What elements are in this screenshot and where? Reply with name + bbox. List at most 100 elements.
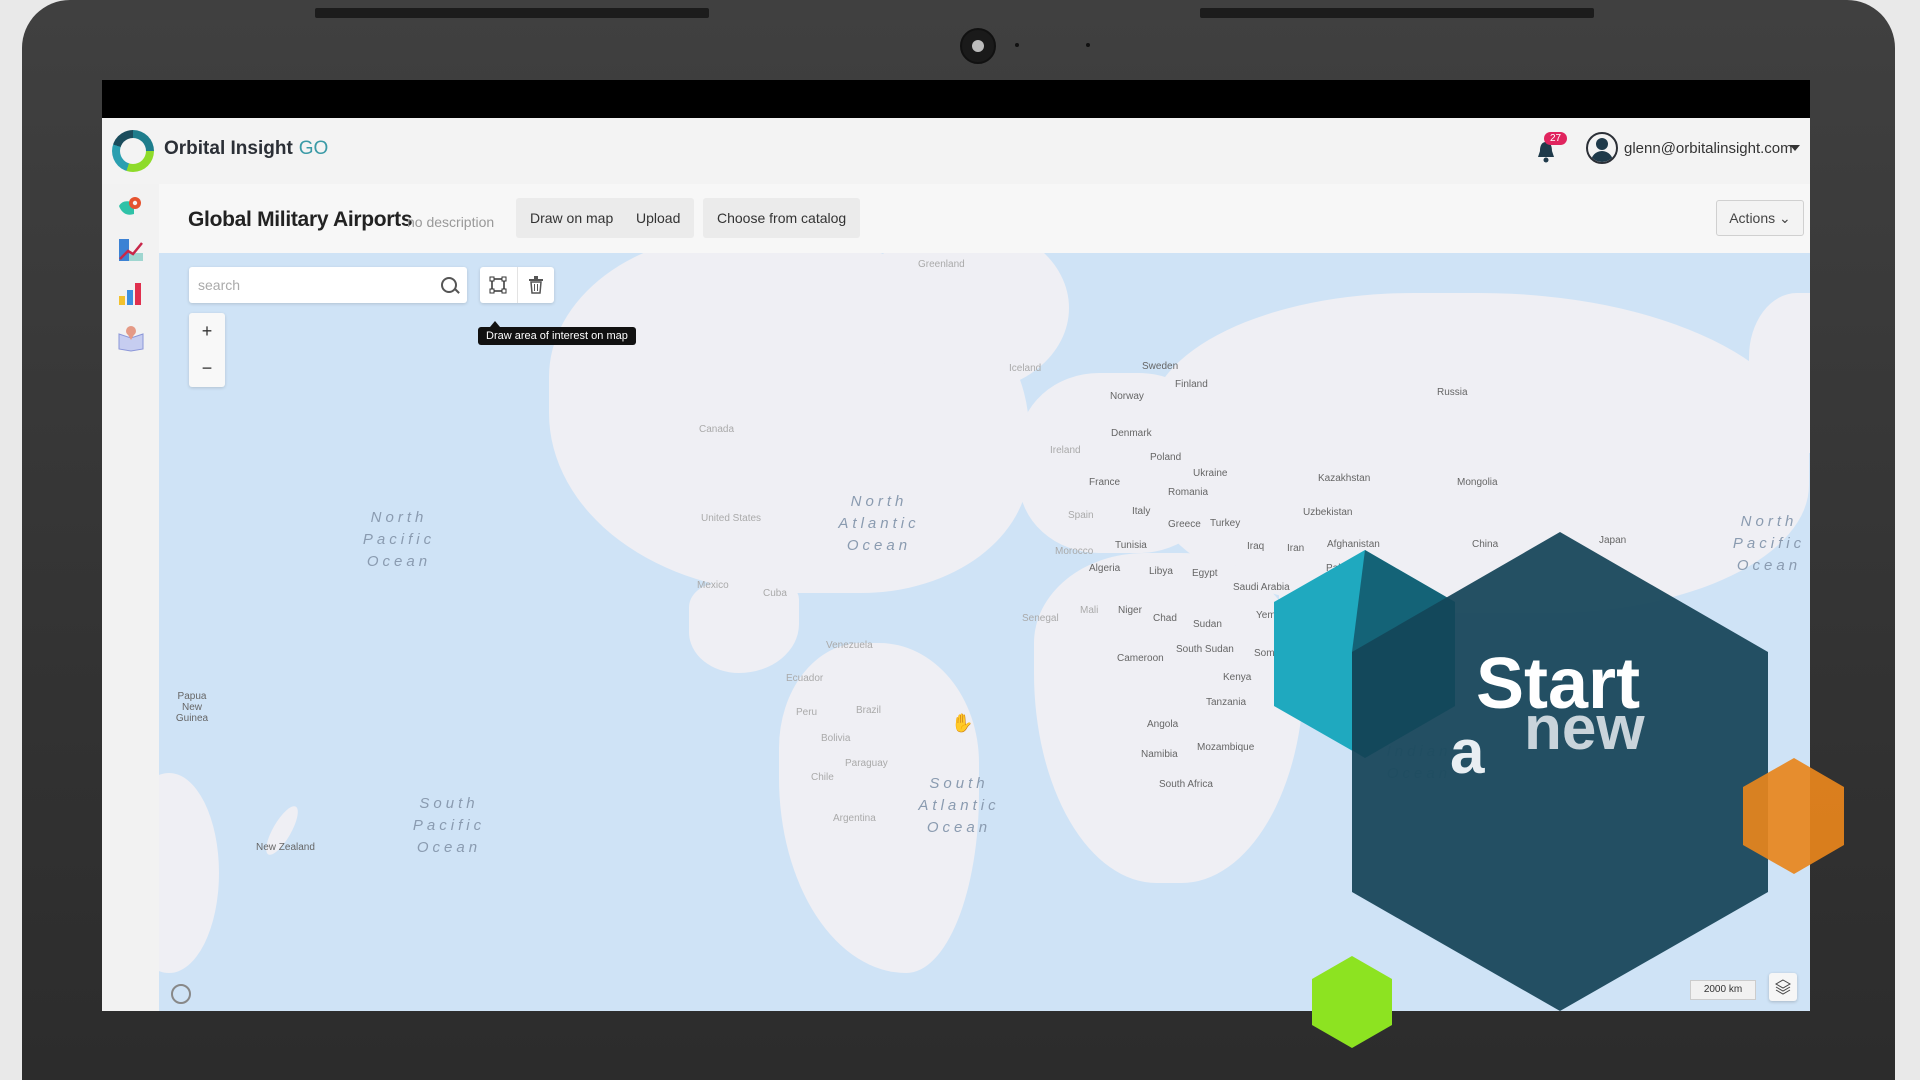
map-label: Cameroon [1117, 653, 1164, 664]
map-attribution-logo-icon[interactable] [171, 984, 191, 1004]
map-label: Russia [1437, 387, 1468, 398]
draw-area-button[interactable] [480, 267, 518, 303]
layers-button[interactable] [1769, 973, 1797, 1001]
trash-icon [528, 276, 543, 294]
map-label: Brazil [856, 705, 882, 716]
brand-suffix: GO [298, 138, 329, 159]
land-australia [159, 773, 219, 973]
map-label: Iceland [1009, 363, 1042, 374]
map-label: Japan [1599, 535, 1627, 546]
map-label: Finland [1175, 379, 1208, 390]
project-title[interactable]: Global Military Airports [188, 208, 413, 232]
map-label: Mali [1080, 605, 1099, 616]
laptop-hinge-right [1200, 8, 1594, 18]
promo-new-text: new [1524, 694, 1645, 763]
map-label: Denmark [1111, 428, 1152, 439]
map-label: Senegal [1022, 613, 1059, 624]
map-label: Argentina [833, 813, 876, 824]
delete-area-button[interactable] [518, 267, 555, 303]
upload-button[interactable]: Upload [622, 198, 695, 238]
map-label: Iran [1287, 543, 1305, 554]
map-label: Pakistan [1326, 563, 1365, 574]
map-label: France [1089, 477, 1121, 488]
layers-icon [1775, 979, 1791, 995]
map-label: Maldives [1349, 657, 1389, 668]
map-label: Canada [699, 424, 735, 435]
map-label: Mexico [697, 580, 729, 591]
map-label: Poland [1150, 452, 1182, 463]
draw-area-tooltip: Draw area of interest on map [478, 321, 636, 345]
orbital-insight-logo-icon[interactable] [112, 130, 154, 172]
sidebar-item-locations[interactable] [116, 322, 146, 352]
map-label: Niger [1118, 605, 1142, 616]
map-label: Turkey [1210, 518, 1241, 529]
user-avatar-icon[interactable] [1586, 132, 1618, 164]
project-description[interactable]: no description [407, 214, 494, 230]
map-label: Yemen [1256, 610, 1287, 621]
map-label: Kazakhstan [1318, 473, 1371, 484]
land-eurasia [1149, 293, 1809, 613]
promo-a-text: a [1450, 718, 1485, 787]
project-toolbar: Global Military Airports no description … [159, 184, 1810, 253]
draw-on-map-button[interactable]: Draw on map [516, 198, 628, 238]
map-label: Norway [1110, 391, 1144, 402]
sidebar [102, 184, 160, 1011]
actions-dropdown[interactable]: Actions ⌄ [1716, 200, 1804, 236]
map-label: China [1472, 539, 1499, 550]
sidebar-item-charts[interactable] [116, 278, 146, 308]
map-label: Egypt [1192, 568, 1218, 579]
map-label: Mongolia [1457, 477, 1498, 488]
hand-cursor-icon: ✋ [951, 713, 974, 733]
bar-chart-icon [119, 296, 125, 305]
map-label: South Africa [1159, 779, 1213, 790]
map-label: New Zealand [256, 842, 315, 853]
map-label: Greece [1168, 519, 1201, 530]
map-label: Sudan [1193, 619, 1222, 630]
map-label: Tanzania [1206, 697, 1247, 708]
map-label: Sweden [1142, 361, 1179, 372]
chevron-down-icon: ⌄ [1779, 209, 1791, 226]
map-canvas[interactable]: Greenland Iceland Sweden Finland Norway … [159, 253, 1810, 1011]
map-label: Papua New Guinea [175, 691, 209, 724]
map-label: Italy [1132, 506, 1151, 517]
map-label: Cuba [763, 588, 787, 599]
map-label: United States [701, 513, 762, 524]
user-email[interactable]: glenn@orbitalinsight.com [1624, 140, 1793, 157]
map-label: Peru [796, 707, 818, 718]
map-label: Chad [1153, 613, 1177, 624]
map-label: Romania [1168, 487, 1209, 498]
choose-from-catalog-button[interactable]: Choose from catalog [703, 198, 861, 238]
map-label: Ukraine [1193, 468, 1228, 479]
map-label: Iraq [1247, 541, 1265, 552]
sidebar-item-analytics[interactable] [116, 235, 146, 265]
ocean-label: North Pacific Ocean [362, 509, 436, 570]
ocean-label: South Atlantic Ocean [918, 775, 1000, 836]
zoom-controls: + − [189, 313, 225, 387]
search-icon[interactable] [441, 277, 457, 293]
ocean-label: South Pacific Ocean [412, 795, 486, 856]
webcam [960, 28, 996, 64]
map-label: Tunisia [1115, 540, 1147, 551]
map-search-box [189, 267, 467, 303]
map-label: Afghanistan [1327, 539, 1380, 550]
map-label: Uzbekistan [1303, 507, 1353, 518]
webcam-led [1015, 43, 1019, 47]
brand-name: Orbital Insight GO [164, 138, 328, 160]
zoom-in-button[interactable]: + [189, 313, 225, 350]
notification-count-badge: 27 [1544, 132, 1568, 145]
sidebar-item-map-gear[interactable] [116, 192, 146, 222]
map-label: Mozambique [1197, 742, 1255, 753]
user-menu-caret-icon[interactable] [1790, 145, 1800, 151]
map-label: Morocco [1055, 546, 1094, 557]
map-label: Greenland [918, 259, 965, 270]
map-label: Chile [811, 772, 834, 783]
map-search-input[interactable] [189, 267, 420, 303]
map-scale: 2000 km [1690, 980, 1756, 1000]
app-window: Orbital Insight GO 27 glenn@orbitalinsigh… [102, 118, 1810, 1011]
draw-tools [480, 267, 554, 303]
map-label: Angola [1147, 719, 1179, 730]
map-label: Paraguay [845, 758, 888, 769]
zoom-out-button[interactable]: − [189, 350, 225, 387]
map-label: Kenya [1223, 672, 1252, 683]
map-label: Algeria [1089, 563, 1121, 574]
